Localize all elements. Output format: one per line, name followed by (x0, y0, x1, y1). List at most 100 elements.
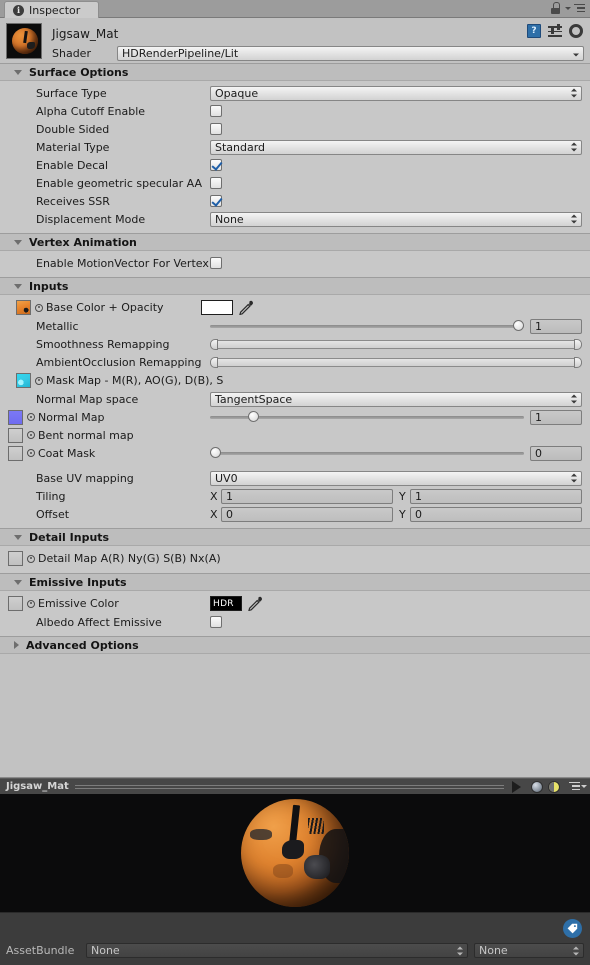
eyedropper-icon[interactable] (247, 596, 263, 611)
tiling-x-axis-label: X (210, 489, 218, 503)
normal-map-space-dropdown[interactable]: TangentSpace (210, 391, 582, 407)
smoothness-remapping-range-slider[interactable] (210, 338, 582, 351)
displacement-mode-dropdown[interactable]: None (210, 211, 582, 227)
basecolor-texture-thumbnail[interactable] (16, 300, 31, 315)
row-detail-map: Detail Map A(R) Ny(G) S(B) Nx(A) (8, 549, 582, 568)
empty-texture-slot[interactable] (8, 427, 23, 443)
row-coat-mask: Coat Mask 0 (8, 444, 582, 462)
range-track (210, 339, 582, 349)
chevron-down-icon (573, 48, 580, 59)
section-header-detail-inputs[interactable]: Detail Inputs (0, 528, 590, 546)
material-type-dropdown[interactable]: Standard (210, 139, 582, 155)
preview-drag-handle[interactable] (74, 784, 505, 789)
preset-icon[interactable] (548, 24, 562, 38)
normalmap-texture-thumbnail[interactable] (8, 409, 23, 425)
row-smoothness-remapping: Smoothness Remapping (8, 335, 582, 353)
albedo-affect-emissive-checkbox[interactable] (210, 616, 222, 628)
hamburger-menu-icon[interactable] (574, 3, 585, 13)
section-title-surface-options: Surface Options (29, 65, 129, 79)
preview-lighting-button[interactable] (545, 780, 562, 794)
empty-texture-slot[interactable] (8, 596, 23, 611)
tiling-y-axis-label: Y (399, 489, 406, 503)
row-surface-type: Surface Type Opaque (8, 84, 582, 102)
alpha-cutoff-enable-checkbox[interactable] (210, 105, 222, 117)
row-enable-motionvector: Enable MotionVector For Vertex Anir (8, 254, 582, 272)
row-enable-geometric-specular-aa: Enable geometric specular AA (8, 174, 582, 192)
normal-map-value-field[interactable]: 1 (530, 409, 582, 425)
slider-knob[interactable] (210, 446, 221, 458)
row-enable-decal: Enable Decal (8, 156, 582, 174)
preview-menu-icon[interactable] (566, 781, 580, 792)
preview-header-bar[interactable]: Jigsaw_Mat (0, 778, 590, 794)
tiling-x-field[interactable]: 1 (221, 488, 393, 504)
section-body-detail-inputs: Detail Map A(R) Ny(G) S(B) Nx(A) (0, 546, 590, 573)
tiling-y-field[interactable]: 1 (410, 488, 582, 504)
offset-y-field[interactable]: 0 (410, 506, 582, 522)
enable-geometric-specular-aa-checkbox[interactable] (210, 177, 222, 189)
target-picker-icon[interactable] (27, 413, 35, 421)
enable-decal-checkbox[interactable] (210, 159, 222, 171)
section-header-emissive-inputs[interactable]: Emissive Inputs (0, 573, 590, 591)
empty-texture-slot[interactable] (8, 551, 23, 566)
surface-type-dropdown[interactable]: Opaque (210, 85, 582, 101)
offset-x-field[interactable]: 0 (221, 506, 393, 522)
range-knob-min[interactable] (210, 356, 218, 368)
section-header-vertex-animation[interactable]: Vertex Animation (0, 233, 590, 251)
target-picker-icon[interactable] (27, 449, 35, 457)
assetbundle-dropdown[interactable]: None (86, 943, 468, 958)
base-uv-mapping-dropdown[interactable]: UV0 (210, 470, 582, 486)
coat-mask-value-field[interactable]: 0 (530, 445, 582, 461)
target-picker-icon[interactable] (27, 431, 35, 439)
range-knob-min[interactable] (210, 338, 218, 350)
tab-inspector[interactable]: i Inspector (4, 1, 100, 18)
metallic-value-field[interactable]: 1 (530, 318, 582, 334)
slider-knob[interactable] (247, 410, 259, 422)
asset-footer: AssetBundle None None (0, 912, 590, 965)
chevron-down-icon[interactable] (565, 6, 571, 10)
assetbundle-variant-dropdown[interactable]: None (474, 943, 584, 958)
maskmap-texture-thumbnail[interactable] (16, 373, 31, 388)
section-header-advanced-options[interactable]: Advanced Options (0, 636, 590, 654)
shader-dropdown[interactable]: HDRenderPipeline/Lit (117, 46, 584, 61)
label-albedo-affect-emissive: Albedo Affect Emissive (36, 615, 162, 629)
asset-label-tag-icon[interactable] (563, 919, 582, 938)
target-picker-icon[interactable] (35, 303, 43, 312)
gear-icon[interactable] (569, 24, 583, 38)
chevron-updown-icon (571, 142, 578, 153)
material-preview-area[interactable] (0, 794, 590, 912)
coat-mask-slider[interactable] (210, 446, 524, 461)
receives-ssr-checkbox[interactable] (210, 195, 222, 207)
slider-knob[interactable] (513, 319, 524, 331)
row-tiling: Tiling X 1 Y 1 (8, 487, 582, 505)
range-knob-max[interactable] (574, 338, 582, 350)
lock-icon[interactable] (551, 2, 560, 14)
target-picker-icon[interactable] (27, 554, 35, 563)
double-sided-checkbox[interactable] (210, 123, 222, 135)
label-offset: Offset (36, 507, 70, 521)
enable-motionvector-checkbox[interactable] (210, 257, 222, 269)
ao-remapping-range-slider[interactable] (210, 356, 582, 369)
preview-mesh-button[interactable] (528, 780, 545, 794)
target-picker-icon[interactable] (27, 599, 35, 608)
inspector-tabbar: i Inspector (0, 0, 590, 18)
label-enable-decal: Enable Decal (36, 158, 109, 172)
label-coat-mask: Coat Mask (38, 446, 96, 460)
range-knob-max[interactable] (574, 356, 582, 368)
section-title-vertex-animation: Vertex Animation (29, 235, 137, 249)
section-header-inputs[interactable]: Inputs (0, 277, 590, 295)
normal-map-slider[interactable] (210, 410, 524, 425)
label-base-color: Base Color + Opacity (46, 301, 164, 314)
inspector-empty-space (0, 654, 590, 738)
emissive-color-swatch[interactable]: HDR (210, 596, 242, 611)
row-displacement-mode: Displacement Mode None (8, 210, 582, 228)
eyedropper-icon[interactable] (238, 300, 254, 315)
material-thumbnail[interactable] (6, 23, 42, 59)
target-picker-icon[interactable] (35, 376, 43, 385)
empty-texture-slot[interactable] (8, 445, 23, 461)
section-header-surface-options[interactable]: Surface Options (0, 63, 590, 81)
metallic-slider[interactable] (210, 319, 524, 334)
base-color-swatch[interactable] (201, 300, 233, 315)
play-icon[interactable] (512, 780, 521, 793)
help-icon[interactable]: ? (527, 24, 541, 38)
row-ao-remapping: AmbientOcclusion Remapping (8, 353, 582, 371)
